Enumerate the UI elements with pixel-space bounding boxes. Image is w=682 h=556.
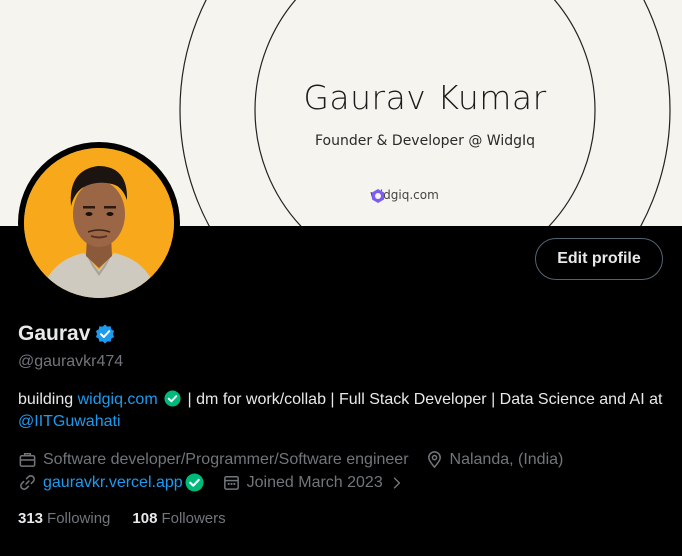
following-label: Following bbox=[47, 510, 111, 527]
bio-mention[interactable]: @IITGuwahati bbox=[18, 413, 121, 430]
location-text: Nalanda, (India) bbox=[449, 450, 564, 468]
bio-middle: | dm for work/collab | Full Stack Develo… bbox=[183, 391, 663, 408]
banner-site: widgiq.com bbox=[370, 188, 439, 203]
profession-text: Software developer/Programmer/Software e… bbox=[43, 450, 409, 468]
avatar-container[interactable] bbox=[18, 142, 180, 304]
banner-title: Gaurav Kumar bbox=[303, 78, 547, 117]
profession-item: Software developer/Programmer/Software e… bbox=[18, 450, 409, 469]
user-handle: @gauravkr474 bbox=[18, 353, 124, 370]
joined-text: Joined March 2023 bbox=[246, 473, 383, 491]
profile-name-row: Gaurav bbox=[18, 322, 116, 346]
chevron-right-icon bbox=[393, 476, 400, 489]
location-item: Nalanda, (India) bbox=[425, 450, 564, 469]
followers-label: Followers bbox=[161, 510, 226, 527]
joined-item[interactable]: Joined March 2023 bbox=[222, 473, 405, 492]
website-link[interactable]: gauravkr.vercel.app bbox=[43, 474, 183, 492]
display-name: Gaurav bbox=[18, 322, 91, 345]
website-item: gauravkr.vercel.app bbox=[18, 473, 206, 492]
briefcase-icon bbox=[19, 453, 36, 467]
avatar-photo bbox=[24, 148, 174, 298]
profile-bio: building widgiq.com | dm for work/collab… bbox=[18, 389, 663, 433]
followers-link[interactable]: 108 Followers bbox=[132, 510, 225, 527]
affiliate-check-icon bbox=[164, 390, 181, 407]
widgiq-logo-icon bbox=[372, 189, 384, 203]
edit-profile-button[interactable]: Edit profile bbox=[535, 238, 663, 280]
profile-meta-row-2: gauravkr.vercel.app Joined March 2023 bbox=[18, 473, 421, 492]
profile-meta-row-1: Software developer/Programmer/Software e… bbox=[18, 450, 579, 469]
verified-badge-icon[interactable] bbox=[94, 323, 116, 345]
location-pin-icon bbox=[427, 451, 441, 469]
followers-count: 108 bbox=[132, 510, 158, 527]
link-icon bbox=[20, 475, 35, 490]
follow-stats: 313 Following 108 Followers bbox=[18, 510, 226, 527]
bio-link-widgiq[interactable]: widgiq.com bbox=[78, 391, 158, 408]
avatar[interactable] bbox=[24, 148, 174, 298]
website-check-icon bbox=[185, 473, 204, 492]
bio-prefix: building bbox=[18, 391, 78, 408]
calendar-icon bbox=[223, 476, 239, 490]
following-count: 313 bbox=[18, 510, 44, 527]
following-link[interactable]: 313 Following bbox=[18, 510, 110, 527]
